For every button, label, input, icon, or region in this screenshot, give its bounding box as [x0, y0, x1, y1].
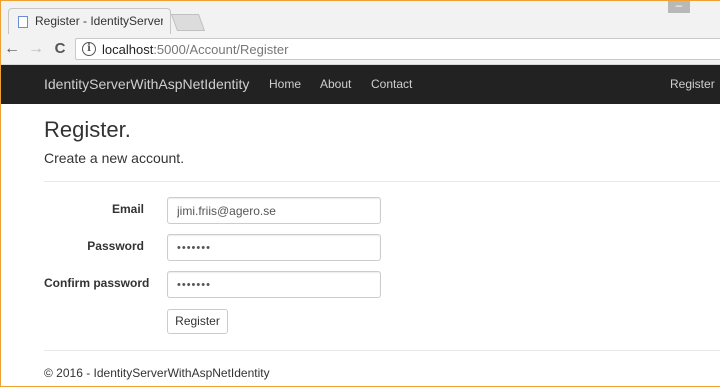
back-arrow-icon[interactable]: ←: [3, 40, 21, 58]
navbar-brand[interactable]: IdentityServerWithAspNetIdentity: [44, 76, 249, 92]
new-tab-button[interactable]: [170, 14, 206, 31]
address-bar[interactable]: i localhost:5000/Account/Register: [75, 38, 720, 60]
nav-link-about[interactable]: About: [320, 77, 351, 91]
info-icon[interactable]: i: [82, 42, 96, 56]
nav-link-contact[interactable]: Contact: [371, 77, 412, 91]
page-title: Register.: [44, 117, 131, 142]
page-icon: [18, 16, 28, 28]
confirm-password-label: Confirm password: [44, 276, 150, 290]
password-field[interactable]: [167, 234, 381, 261]
browser-tab[interactable]: Register - IdentityServerW: [8, 8, 171, 34]
password-label: Password: [87, 239, 144, 253]
browser-toolbar: ← → C i localhost:5000/Account/Register: [0, 34, 720, 65]
footer-divider: [44, 350, 720, 351]
url-host: localhost: [102, 42, 154, 57]
url-path: :5000/Account/Register: [153, 42, 289, 57]
page-subtitle: Create a new account.: [44, 150, 185, 166]
tab-title: Register - IdentityServerW: [35, 14, 163, 28]
forward-arrow-icon[interactable]: →: [27, 40, 45, 58]
minimize-icon[interactable]: –: [668, 0, 690, 13]
email-label: Email: [111, 202, 144, 216]
browser-titlebar: Register - IdentityServerW –: [0, 0, 720, 34]
register-button[interactable]: Register: [167, 309, 228, 334]
site-navbar: IdentityServerWithAspNetIdentity Home Ab…: [0, 65, 720, 104]
email-field[interactable]: [167, 197, 381, 224]
url-text[interactable]: localhost:5000/Account/Register: [102, 42, 288, 57]
divider: [44, 181, 720, 182]
reload-icon[interactable]: C: [51, 40, 69, 58]
nav-link-register[interactable]: Register: [670, 77, 715, 91]
nav-link-home[interactable]: Home: [269, 77, 301, 91]
footer-text: © 2016 - IdentityServerWithAspNetIdentit…: [44, 366, 270, 380]
confirm-password-field[interactable]: [167, 271, 381, 298]
